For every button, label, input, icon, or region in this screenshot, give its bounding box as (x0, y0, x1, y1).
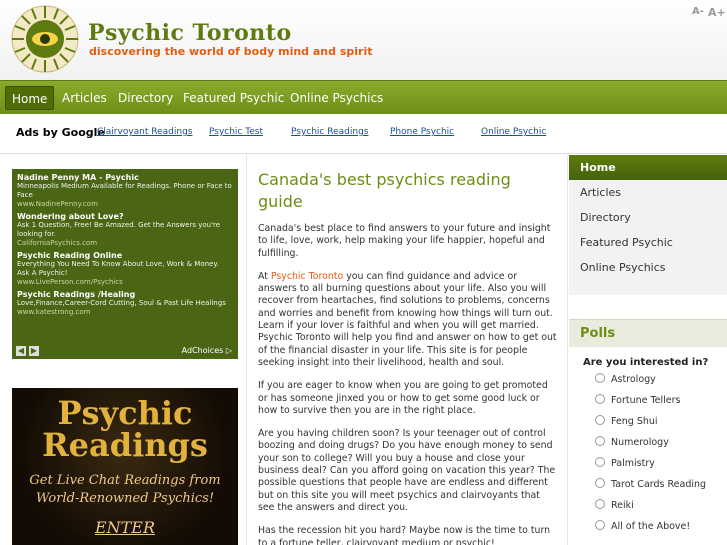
ad-url[interactable]: www.LivePerson.com/Psychics (17, 278, 233, 286)
nav-articles[interactable]: Articles (56, 86, 113, 110)
side-nav-directory[interactable]: Directory (569, 205, 727, 230)
poll-option-astrology[interactable]: Astrology (595, 373, 656, 391)
page-title: Canada's best psychics reading guide (258, 170, 511, 211)
ad-item[interactable]: Psychic Reading Online Everything You Ne… (17, 251, 233, 286)
guidance-paragraph: At Psychic Toronto you can find guidance… (258, 271, 557, 369)
banner-subtitle: Get Live Chat Readings from World-Renown… (29, 473, 221, 506)
ad-title[interactable]: Psychic Reading Online (17, 251, 233, 260)
site-header: Psychic Toronto discovering the world of… (0, 0, 727, 80)
ad-text: Love,Finance,Career-Cord Cutting, Soul &… (17, 299, 226, 307)
text-span: you can find guidance and advice or answ… (258, 270, 557, 368)
ad-link-psychic-readings[interactable]: Psychic Readings (291, 127, 368, 137)
ad-prev-icon[interactable]: ◀ (16, 346, 26, 356)
side-nav-spacer (569, 280, 727, 295)
font-larger-button[interactable]: A+ (708, 6, 726, 19)
left-sidebar: Nadine Penny MA - Psychic Minneapolis Me… (0, 155, 246, 545)
radio-button[interactable] (595, 499, 605, 509)
sun-eye-logo-icon[interactable] (10, 4, 80, 74)
poll-option-numerology[interactable]: Numerology (595, 436, 669, 454)
ads-link-bar: Ads by Google Clairvoyant Readings Psych… (0, 114, 727, 154)
ad-link-clairvoyant-readings[interactable]: Clairvoyant Readings (97, 127, 193, 137)
banner-enter-link[interactable]: ENTER (12, 518, 238, 537)
main-nav: Home Articles Directory Featured Psychic… (0, 80, 727, 114)
poll-option-all-of-the-above[interactable]: All of the Above! (595, 520, 690, 538)
ad-footer: ◀ ▶ AdChoices ▷ (12, 343, 238, 359)
ads-by-google-label[interactable]: Ads by Google (16, 126, 105, 139)
radio-button[interactable] (595, 394, 605, 404)
polls-heading: Polls (569, 319, 727, 347)
ad-url[interactable]: www.katestrong.com (17, 308, 233, 316)
nav-home[interactable]: Home (5, 86, 55, 110)
ad-url[interactable]: CaliforniaPsychics.com (17, 239, 233, 247)
ad-title[interactable]: Psychic Readings /Healing (17, 290, 233, 299)
ad-item[interactable]: Wondering about Love? Ask 1 Question, Fr… (17, 212, 233, 247)
side-nav-featured-psychic[interactable]: Featured Psychic (569, 230, 727, 255)
ad-item[interactable]: Psychic Readings /Healing Love,Finance,C… (17, 290, 233, 316)
ad-link-phone-psychic[interactable]: Phone Psychic (390, 127, 454, 137)
font-smaller-button[interactable]: A- (692, 6, 704, 17)
right-sidebar: Home Articles Directory Featured Psychic… (569, 155, 727, 545)
promotion-paragraph: If you are eager to know when you are go… (258, 380, 548, 416)
ad-text: Ask 1 Question, Free! Be Amazed. Get the… (17, 221, 221, 238)
banner-title-line2: Readings (42, 426, 208, 464)
radio-button[interactable] (595, 520, 605, 530)
poll-option-label: Astrology (611, 374, 656, 385)
poll-option-tarot-cards-reading[interactable]: Tarot Cards Reading (595, 478, 706, 496)
poll-option-feng-shui[interactable]: Feng Shui (595, 415, 658, 433)
poll-option-label: Reiki (611, 500, 634, 511)
side-nav-home[interactable]: Home (569, 155, 727, 180)
poll-option-label: Palmistry (611, 458, 655, 469)
nav-featured-psychic[interactable]: Featured Psychic (177, 86, 290, 110)
side-nav: Home Articles Directory Featured Psychic… (569, 155, 727, 295)
banner-title-line1: Psychic (57, 394, 193, 432)
questions-paragraph: Are you having children soon? Is your te… (258, 428, 556, 513)
nav-directory[interactable]: Directory (112, 86, 179, 110)
adchoices-link[interactable]: AdChoices ▷ (182, 346, 232, 355)
recession-paragraph: Has the recession hit you hard? Maybe no… (258, 525, 551, 545)
ad-link-psychic-test[interactable]: Psychic Test (209, 127, 263, 137)
ad-text: Everything You Need To Know About Love, … (17, 260, 219, 277)
poll-option-fortune-tellers[interactable]: Fortune Tellers (595, 394, 681, 412)
radio-button[interactable] (595, 457, 605, 467)
radio-button[interactable] (595, 415, 605, 425)
ad-link-online-psychic[interactable]: Online Psychic (481, 127, 546, 137)
poll-option-label: Feng Shui (611, 416, 658, 427)
side-nav-articles[interactable]: Articles (569, 180, 727, 205)
nav-online-psychics[interactable]: Online Psychics (284, 86, 389, 110)
psychic-toronto-link[interactable]: Psychic Toronto (271, 271, 343, 282)
poll-question: Are you interested in? (583, 357, 709, 368)
text-span: At (258, 270, 271, 282)
poll-option-label: All of the Above! (611, 521, 691, 532)
ad-url[interactable]: www.NadinePenny.com (17, 200, 233, 208)
psychic-readings-banner[interactable]: Psychic Readings Get Live Chat Readings … (12, 388, 238, 545)
site-tagline: discovering the world of body mind and s… (89, 45, 373, 58)
poll-option-label: Numerology (611, 437, 669, 448)
ad-item[interactable]: Nadine Penny MA - Psychic Minneapolis Me… (17, 173, 233, 208)
ad-title[interactable]: Nadine Penny MA - Psychic (17, 173, 233, 182)
google-ad-box: Nadine Penny MA - Psychic Minneapolis Me… (12, 169, 238, 359)
radio-button[interactable] (595, 373, 605, 383)
radio-button[interactable] (595, 436, 605, 446)
poll-option-label: Fortune Tellers (611, 395, 681, 406)
side-nav-online-psychics[interactable]: Online Psychics (569, 255, 727, 280)
poll-option-reiki[interactable]: Reiki (595, 499, 634, 517)
ad-next-icon[interactable]: ▶ (29, 346, 39, 356)
ad-title[interactable]: Wondering about Love? (17, 212, 233, 221)
radio-button[interactable] (595, 478, 605, 488)
page: Psychic Toronto discovering the world of… (0, 0, 727, 545)
ad-text: Minneapolis Medium Available for Reading… (17, 182, 232, 199)
poll-option-label: Tarot Cards Reading (611, 479, 707, 490)
site-title[interactable]: Psychic Toronto (88, 20, 292, 46)
poll-option-palmistry[interactable]: Palmistry (595, 457, 655, 475)
main-content: Canada's best psychics reading guide Can… (246, 155, 568, 545)
intro-paragraph: Canada's best place to find answers to y… (258, 223, 551, 259)
